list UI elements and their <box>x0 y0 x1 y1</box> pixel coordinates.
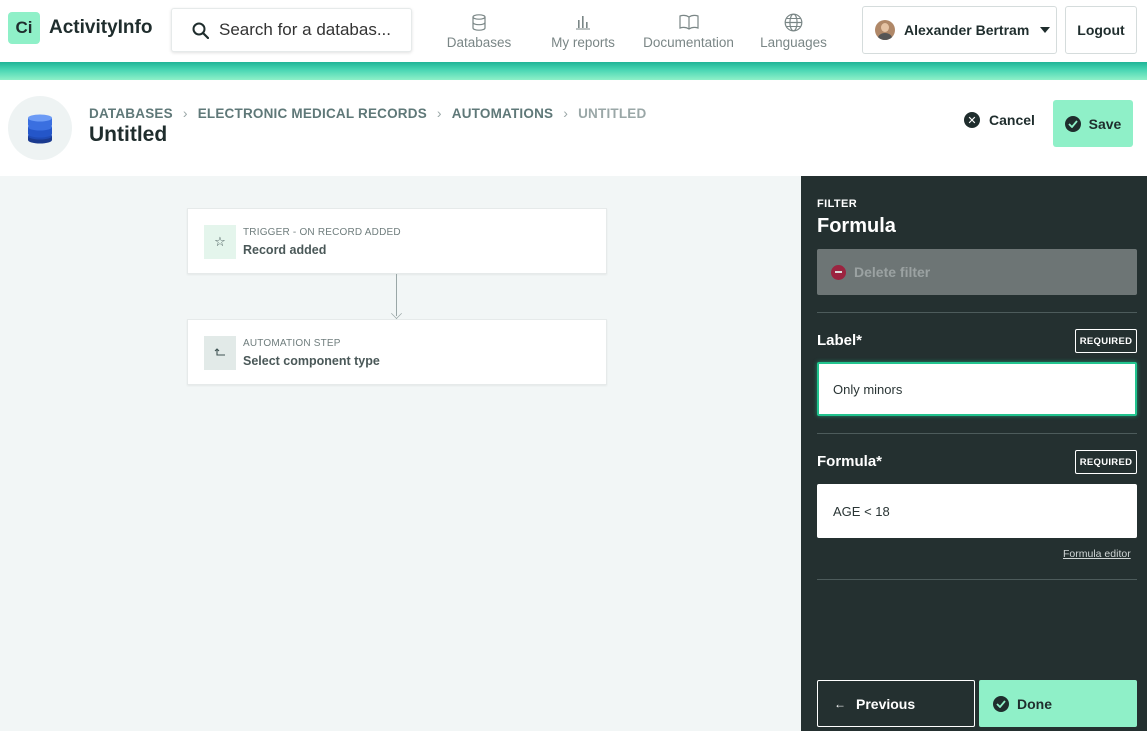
breadcrumb: DATABASES › ELECTRONIC MEDICAL RECORDS ›… <box>89 105 646 121</box>
database-badge <box>8 96 72 160</box>
previous-button[interactable]: ← Previous <box>817 680 975 727</box>
header-gradient-bar <box>0 62 1147 80</box>
cancel-button[interactable]: ✕ Cancel <box>960 112 1035 128</box>
divider <box>817 579 1137 580</box>
arrow-left-icon: ← <box>834 696 846 711</box>
logout-button[interactable]: Logout <box>1065 6 1137 54</box>
check-circle-icon <box>1064 115 1081 132</box>
panel-title: Formula <box>817 215 896 237</box>
step-value: Select component type <box>243 354 380 368</box>
nav-label: Languages <box>760 35 827 50</box>
app-name: ActivityInfo <box>49 17 153 38</box>
cancel-label: Cancel <box>989 112 1035 128</box>
label-input[interactable] <box>817 362 1137 416</box>
return-arrow-icon <box>204 336 236 370</box>
previous-label: Previous <box>856 695 916 712</box>
panel-kicker: FILTER <box>817 198 858 210</box>
user-menu-button[interactable]: Alexander Bertram <box>862 6 1057 54</box>
divider <box>817 433 1137 434</box>
nav-my-reports[interactable]: My reports <box>548 12 618 50</box>
save-button[interactable]: Save <box>1053 100 1133 147</box>
star-icon: ☆ <box>204 225 236 259</box>
caret-down-icon <box>1040 27 1051 33</box>
required-badge: REQUIRED <box>1075 329 1137 353</box>
book-icon <box>678 14 699 30</box>
trigger-value: Record added <box>243 243 327 257</box>
bar-chart-icon <box>576 16 590 30</box>
formula-field-label: Formula* <box>817 453 883 470</box>
globe-icon <box>784 13 803 31</box>
page-header: DATABASES › ELECTRONIC MEDICAL RECORDS ›… <box>0 80 1147 176</box>
chevron-right-icon: › <box>182 105 188 121</box>
nav-label: Documentation <box>643 35 734 50</box>
formula-editor-link[interactable]: Formula editor <box>1063 548 1131 560</box>
save-label: Save <box>1088 115 1122 132</box>
search-input[interactable] <box>219 20 399 40</box>
trigger-card[interactable]: ☆ TRIGGER - ON RECORD ADDED Record added <box>187 208 607 274</box>
database-stack-icon <box>28 114 52 144</box>
divider <box>817 312 1137 313</box>
formula-input[interactable] <box>817 484 1137 538</box>
search-icon <box>192 22 209 39</box>
label-field-label: Label* <box>817 332 863 349</box>
avatar <box>875 20 895 40</box>
nav-label: My reports <box>551 35 615 50</box>
logo-mark-icon: Ci <box>8 12 40 44</box>
breadcrumb-electronic-medical-records[interactable]: ELECTRONIC MEDICAL RECORDS <box>198 106 427 121</box>
automation-step-card[interactable]: AUTOMATION STEP Select component type <box>187 319 607 385</box>
close-circle-icon: ✕ <box>964 112 980 128</box>
nav-databases[interactable]: Databases <box>445 12 513 50</box>
search-box[interactable] <box>171 8 412 52</box>
user-name: Alexander Bertram <box>904 22 1030 38</box>
filter-panel: FILTER Formula Delete filter Label* REQU… <box>801 176 1147 731</box>
minus-circle-icon <box>831 264 846 280</box>
delete-filter-label: Delete filter <box>854 264 931 280</box>
delete-filter-button[interactable]: Delete filter <box>817 249 1137 295</box>
step-label: AUTOMATION STEP <box>243 338 341 349</box>
nav-label: Databases <box>446 35 512 50</box>
done-button[interactable]: Done <box>979 680 1137 727</box>
breadcrumb-current: UNTITLED <box>578 105 647 121</box>
chevron-right-icon: › <box>563 105 569 121</box>
required-badge: REQUIRED <box>1075 450 1137 474</box>
breadcrumb-automations[interactable]: AUTOMATIONS <box>452 106 553 121</box>
nav-languages[interactable]: Languages <box>759 12 828 50</box>
page-title: Untitled <box>89 123 168 146</box>
breadcrumb-databases[interactable]: DATABASES <box>89 106 173 121</box>
done-label: Done <box>1017 695 1052 712</box>
chevron-right-icon: › <box>436 105 442 121</box>
app-logo[interactable]: Ci ActivityInfo <box>8 12 152 44</box>
nav-documentation[interactable]: Documentation <box>638 12 739 50</box>
top-navigation: Ci ActivityInfo Databases M <box>0 0 1147 62</box>
arrow-down-icon <box>391 308 402 319</box>
trigger-label: TRIGGER - ON RECORD ADDED <box>243 227 401 238</box>
check-circle-icon <box>993 695 1009 712</box>
database-icon <box>472 13 486 31</box>
